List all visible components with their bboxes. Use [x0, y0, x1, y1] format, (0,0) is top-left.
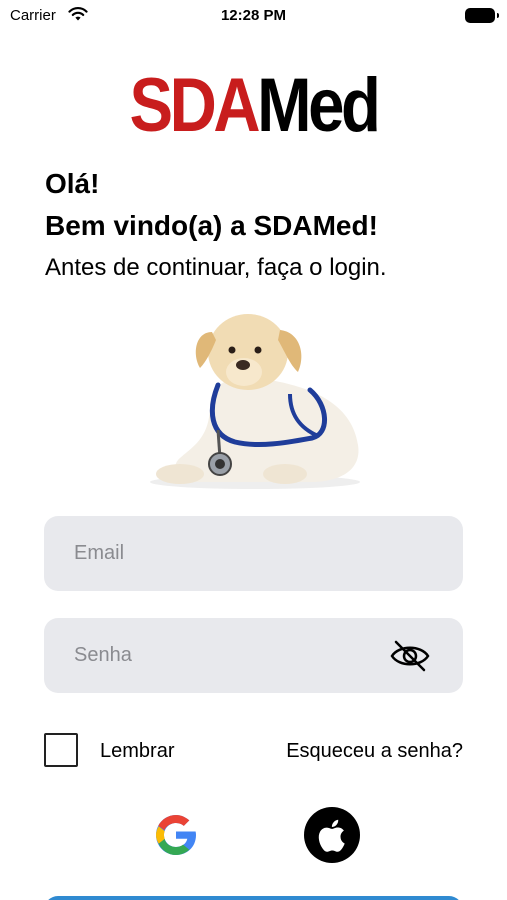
remember-label[interactable]: Lembrar — [100, 740, 174, 763]
app-logo: SDAMed — [35, 68, 471, 144]
welcome-title: Bem vindo(a) a SDAMed! — [45, 210, 378, 241]
dog-illustration — [150, 314, 360, 489]
google-icon[interactable] — [152, 811, 200, 859]
status-bar: Carrier 12:28 PM — [0, 0, 507, 32]
forgot-password-link[interactable]: Esqueceu a senha? — [286, 740, 463, 763]
logo-text-black: Med — [257, 63, 381, 148]
greeting-title: Olá! — [45, 168, 100, 199]
password-placeholder: Senha — [74, 644, 132, 666]
login-subtitle: Antes de continuar, faça o login. — [45, 254, 387, 281]
apple-login-button[interactable] — [304, 807, 360, 863]
login-button[interactable] — [44, 896, 463, 900]
email-field[interactable]: Email — [44, 516, 463, 591]
eye-off-icon[interactable] — [389, 638, 431, 674]
battery-icon — [465, 8, 499, 23]
remember-checkbox[interactable] — [44, 733, 78, 767]
logo-text-red: SDA — [129, 63, 260, 148]
email-placeholder: Email — [74, 542, 125, 564]
password-field[interactable]: Senha — [44, 618, 463, 693]
apple-icon — [318, 819, 345, 852]
clock: 12:28 PM — [220, 7, 287, 24]
